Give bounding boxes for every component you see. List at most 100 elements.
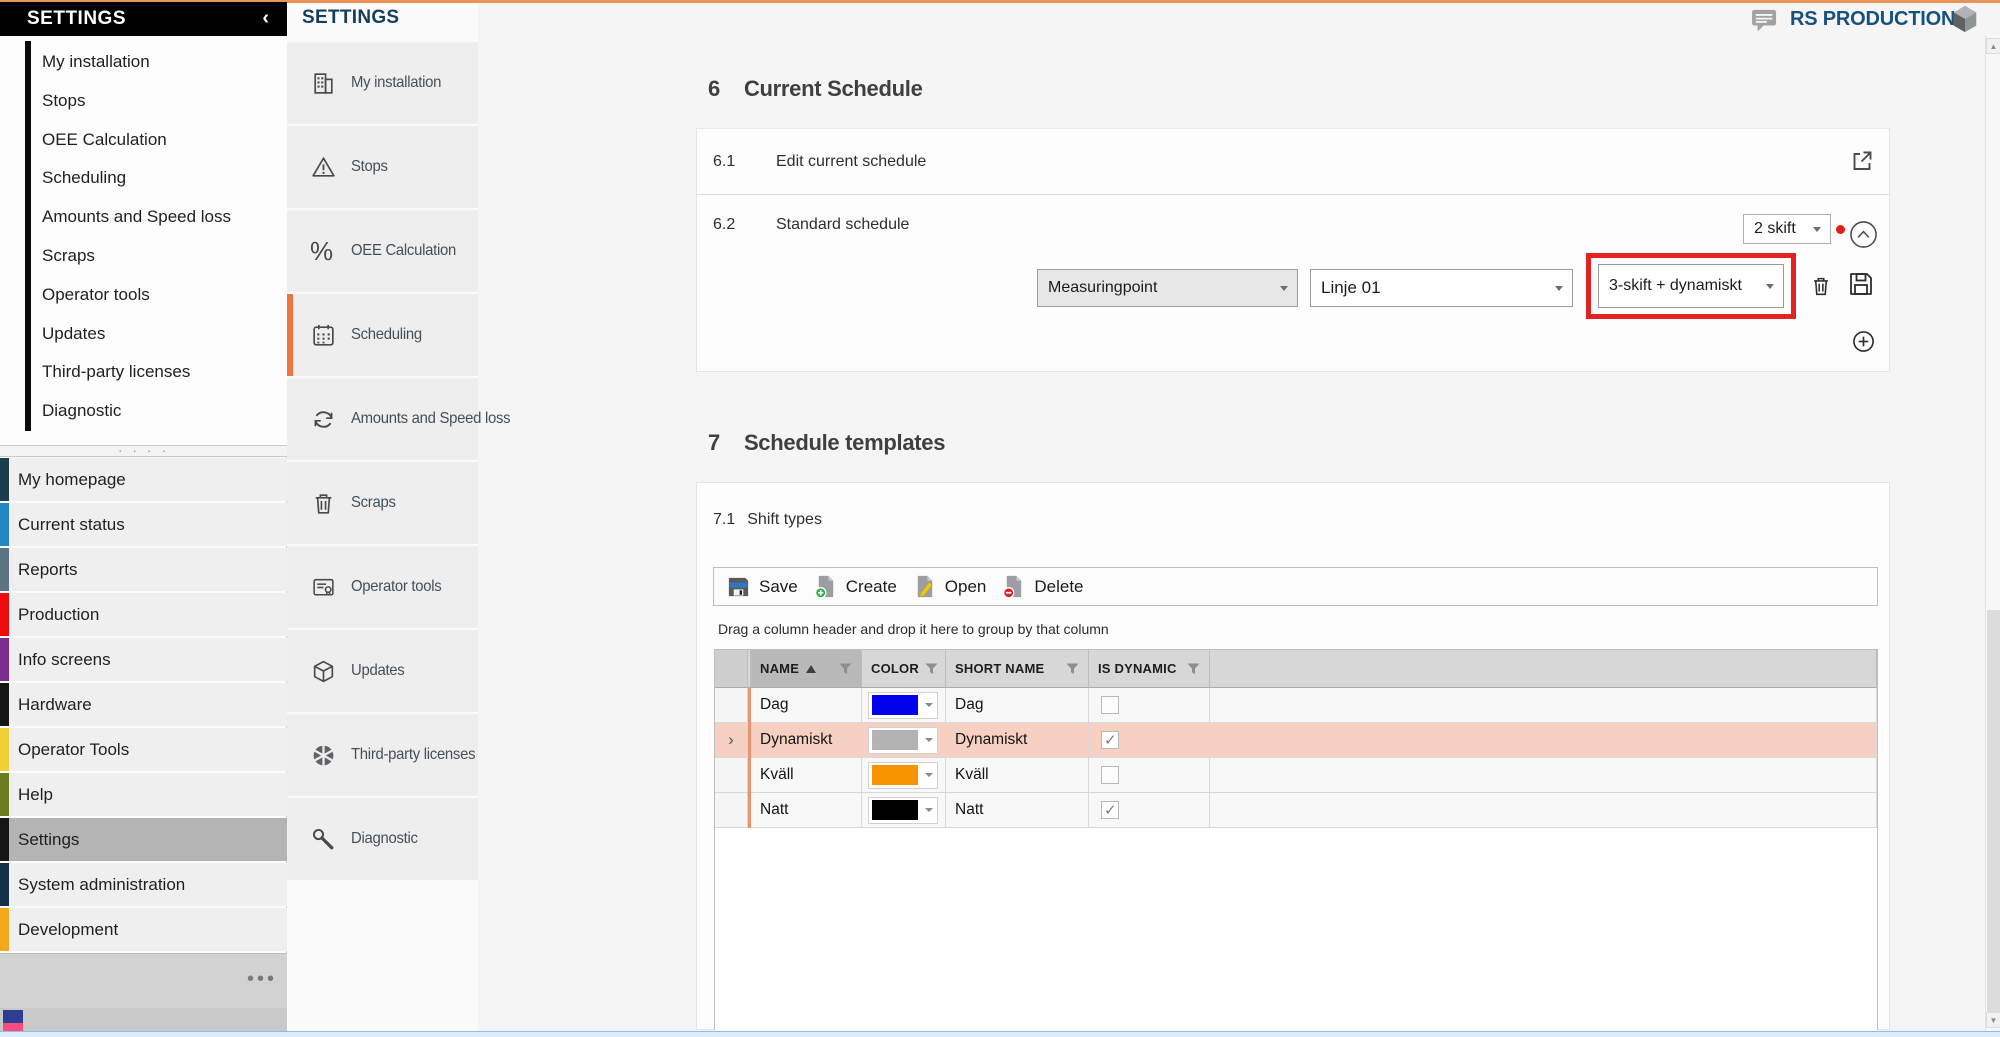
filter-funnel-icon[interactable] [1187, 663, 1200, 675]
line-select[interactable]: Linje 01 [1310, 269, 1573, 307]
sidebar-item-my-installation[interactable]: My installation [287, 42, 478, 124]
cell-filler [1210, 723, 1877, 758]
nav-item-help[interactable]: Help [0, 773, 287, 816]
submenu-item-operator-tools[interactable]: Operator tools [0, 276, 287, 315]
filter-funnel-icon[interactable] [1066, 663, 1079, 675]
color-dropdown[interactable] [868, 727, 938, 754]
delete-button[interactable]: Delete [1001, 574, 1083, 599]
add-row-icon[interactable] [1852, 330, 1875, 353]
cell-short-name[interactable]: Dag [946, 688, 1089, 723]
column-header-color[interactable]: COLOR [862, 650, 946, 688]
row-expander-cell[interactable] [715, 688, 748, 723]
nav-color-bar [0, 458, 9, 501]
open-button[interactable]: Open [912, 574, 987, 599]
filter-funnel-icon[interactable] [925, 663, 938, 675]
settings-panel-title: SETTINGS [0, 8, 126, 30]
building-icon [310, 70, 337, 97]
select-value: 3-skift + dynamiskt [1599, 277, 1742, 295]
nav-item-system-administration[interactable]: System administration [0, 863, 287, 906]
cell-short-name[interactable]: Kväll [946, 758, 1089, 793]
scroll-up-arrow[interactable]: ▲ [1986, 38, 2000, 54]
is-dynamic-checkbox[interactable] [1101, 731, 1119, 749]
nav-item-settings[interactable]: Settings [0, 818, 287, 861]
column-header-name[interactable]: NAME [751, 650, 862, 688]
color-dropdown[interactable] [868, 692, 938, 719]
nav-color-bar [0, 548, 9, 591]
cell-name[interactable]: Natt [751, 793, 862, 828]
table-row[interactable]: Dag Dag [715, 688, 1877, 723]
sidebar-item-stops[interactable]: Stops [287, 126, 478, 208]
is-dynamic-checkbox[interactable] [1101, 766, 1119, 784]
table-row[interactable]: Kväll Kväll [715, 758, 1877, 793]
nav-item-reports[interactable]: Reports [0, 548, 287, 591]
nav-color-bar [0, 503, 9, 546]
scroll-down-arrow[interactable]: ▼ [1986, 1012, 2000, 1028]
top-accent-line [0, 0, 2000, 3]
sidebar-item-diagnostic[interactable]: Diagnostic [287, 798, 478, 880]
nav-color-bar [0, 728, 9, 771]
row-expander-cell[interactable]: › [715, 723, 748, 758]
sidebar-item-oee-calculation[interactable]: % OEE Calculation [287, 210, 478, 292]
cell-short-name[interactable]: Natt [946, 793, 1089, 828]
scrollbar-thumb[interactable] [1987, 610, 2000, 1012]
submenu-item-my-installation[interactable]: My installation [0, 43, 287, 82]
feedback-chat-icon[interactable] [1751, 8, 1779, 32]
shift-count-select[interactable]: 2 skift [1743, 214, 1831, 244]
filter-funnel-icon[interactable] [839, 663, 852, 675]
cell-color [862, 723, 946, 758]
nav-item-hardware[interactable]: Hardware [0, 683, 287, 726]
wrench-icon [310, 826, 337, 853]
column-header-short-name[interactable]: SHORT NAME [946, 650, 1089, 688]
submenu-item-amounts-speed-loss[interactable]: Amounts and Speed loss [0, 198, 287, 237]
submenu-item-diagnostic[interactable]: Diagnostic [0, 392, 287, 431]
cell-name[interactable]: Dag [751, 688, 862, 723]
save-button[interactable]: Save [726, 574, 798, 599]
vertical-scrollbar[interactable]: ▲ ▼ [1985, 36, 2000, 1032]
collapse-panel-icon[interactable]: ‹ [262, 7, 269, 30]
nav-item-development[interactable]: Development [0, 908, 287, 951]
cell-name[interactable]: Dynamiskt [751, 723, 862, 758]
color-dropdown[interactable] [868, 762, 938, 789]
table-row[interactable]: › Dynamiskt Dynamiskt [715, 723, 1877, 758]
nav-item-info-screens[interactable]: Info screens [0, 638, 287, 681]
measuringpoint-select[interactable]: Measuringpoint [1037, 269, 1298, 307]
cell-short-name[interactable]: Dynamiskt [946, 723, 1089, 758]
cell-name[interactable]: Kväll [751, 758, 862, 793]
submenu-item-oee-calculation[interactable]: OEE Calculation [0, 121, 287, 160]
schedule-template-select[interactable]: 3-skift + dynamiskt [1598, 264, 1784, 308]
sidebar-item-updates[interactable]: Updates [287, 630, 478, 712]
submenu-item-scheduling[interactable]: Scheduling [0, 159, 287, 198]
column-header-is-dynamic[interactable]: IS DYNAMIC [1089, 650, 1210, 688]
create-document-icon [813, 574, 838, 599]
submenu-item-stops[interactable]: Stops [0, 82, 287, 121]
cell-filler [1210, 688, 1877, 723]
column-header-filler [1210, 650, 1877, 688]
row-expander-cell[interactable] [715, 758, 748, 793]
nav-item-operator-tools[interactable]: Operator Tools [0, 728, 287, 771]
open-external-icon[interactable] [1849, 148, 1875, 174]
row-expander-cell[interactable] [715, 793, 748, 828]
is-dynamic-checkbox[interactable] [1101, 801, 1119, 819]
nav-item-current-status[interactable]: Current status [0, 503, 287, 546]
submenu-item-scraps[interactable]: Scraps [0, 237, 287, 276]
table-row[interactable]: Natt Natt [715, 793, 1877, 828]
sidebar-splitter-grip[interactable]: · · · · [0, 446, 287, 457]
nav-item-my-homepage[interactable]: My homepage [0, 458, 287, 501]
sidebar-item-amounts-speed-loss[interactable]: Amounts and Speed loss [287, 378, 478, 460]
sidebar-item-scheduling[interactable]: Scheduling [287, 294, 478, 376]
create-button[interactable]: Create [813, 574, 897, 599]
collapse-section-icon[interactable] [1849, 220, 1878, 249]
submenu-item-third-party-licenses[interactable]: Third-party licenses [0, 353, 287, 392]
color-dropdown[interactable] [868, 797, 938, 824]
delete-schedule-icon[interactable] [1809, 272, 1833, 300]
is-dynamic-checkbox[interactable] [1101, 696, 1119, 714]
nav-item-production[interactable]: Production [0, 593, 287, 636]
calendar-icon [310, 322, 337, 349]
sidebar-item-operator-tools[interactable]: Operator tools [287, 546, 478, 628]
more-options-button[interactable]: ••• [247, 968, 277, 991]
chevron-down-icon [925, 738, 933, 742]
save-schedule-icon[interactable] [1847, 270, 1875, 298]
submenu-item-updates[interactable]: Updates [0, 315, 287, 354]
sidebar-item-scraps[interactable]: Scraps [287, 462, 478, 544]
sidebar-item-third-party-licenses[interactable]: Third-party licenses [287, 714, 478, 796]
